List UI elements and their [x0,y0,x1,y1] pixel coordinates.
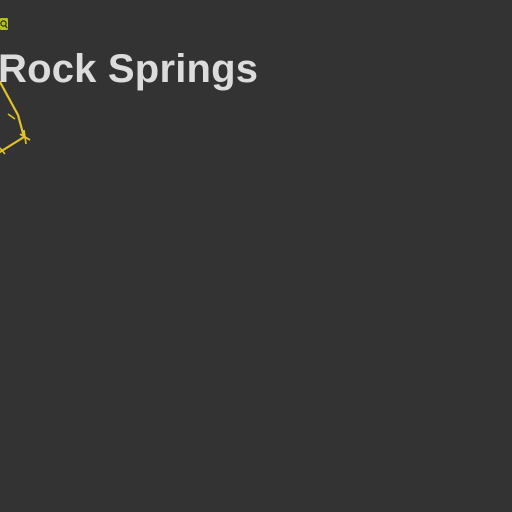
road-shield-icon[interactable] [0,18,8,30]
map-canvas[interactable]: Rock Springs [0,0,512,512]
route-tick-mark [23,129,27,145]
route-tick-mark [7,113,16,120]
city-label: Rock Springs [0,47,259,91]
